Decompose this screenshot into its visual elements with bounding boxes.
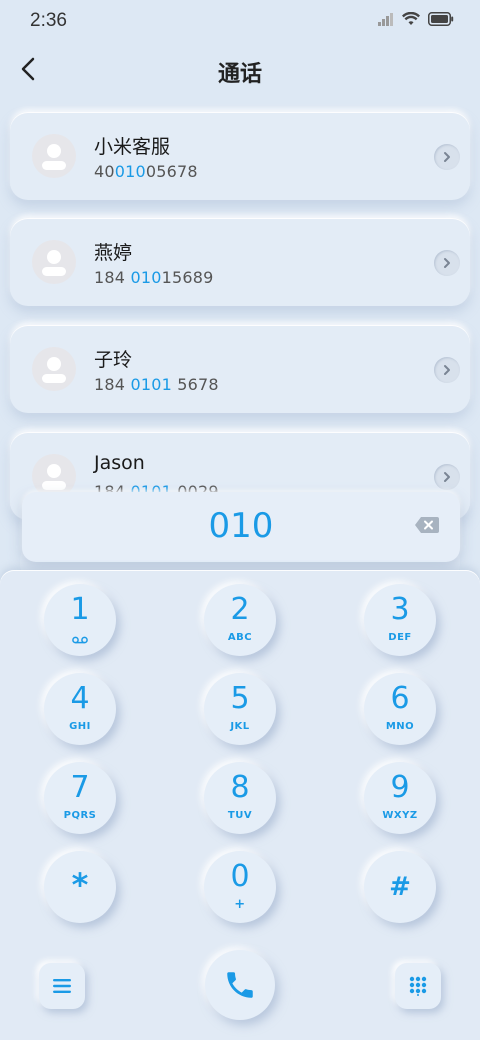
chevron-right-icon — [444, 152, 450, 162]
phone-icon — [227, 972, 253, 998]
status-icons — [378, 12, 454, 26]
contact-name: Jason — [94, 452, 145, 474]
key-digit: # — [389, 872, 411, 902]
key-9[interactable]: 9 WXYZ — [364, 762, 436, 834]
key-2[interactable]: 2 ABC — [204, 584, 276, 656]
voicemail-icon — [72, 636, 88, 644]
contact-detail-button[interactable] — [434, 144, 460, 170]
key-letters: ABC — [227, 632, 253, 643]
contact-card[interactable]: 子玲 184 0101 5678 — [10, 325, 470, 413]
chevron-right-icon — [444, 472, 450, 482]
page-title: 通话 — [217, 62, 262, 87]
contact-number: 4001005678 — [94, 162, 198, 181]
key-star[interactable]: * — [44, 851, 116, 923]
battery-icon — [428, 12, 454, 26]
menu-button[interactable] — [39, 963, 85, 1009]
key-digit: 0 — [230, 859, 250, 894]
backspace-icon[interactable] — [414, 516, 440, 534]
wifi-icon — [402, 12, 420, 25]
header: 通话 — [0, 44, 480, 96]
key-digit: 8 — [230, 770, 250, 805]
dialed-number: 010 — [208, 506, 274, 546]
call-button[interactable] — [205, 950, 275, 1020]
chevron-right-icon — [444, 258, 450, 268]
key-letters: MNO — [385, 721, 415, 732]
key-hash[interactable]: # — [364, 851, 436, 923]
key-digit: 3 — [390, 592, 410, 627]
status-time: 2:36 — [30, 10, 67, 31]
avatar — [32, 347, 76, 391]
key-letters: PQRS — [63, 810, 97, 821]
key-8[interactable]: 8 TUV — [204, 762, 276, 834]
status-bar: 2:36 — [0, 0, 480, 44]
key-digit: 1 — [70, 592, 90, 627]
key-digit: 5 — [230, 681, 250, 716]
key-7[interactable]: 7 PQRS — [44, 762, 116, 834]
key-5[interactable]: 5 JKL — [204, 673, 276, 745]
contact-detail-button[interactable] — [434, 250, 460, 276]
key-digit: 2 — [230, 592, 250, 627]
key-letters: GHI — [69, 721, 91, 732]
contact-name: 小米客服 — [94, 136, 171, 158]
contact-number: 184 0101 5678 — [94, 375, 219, 394]
key-0[interactable]: 0 + — [204, 851, 276, 923]
key-digit: 7 — [70, 770, 90, 805]
contact-card[interactable]: 小米客服 4001005678 — [10, 112, 470, 200]
key-1[interactable]: 1 — [44, 584, 116, 656]
key-digit: 6 — [390, 681, 410, 716]
key-digit: 9 — [390, 770, 410, 805]
key-digit: * — [71, 866, 89, 904]
dial-input[interactable]: 010 — [22, 492, 460, 562]
key-3[interactable]: 3 DEF — [364, 584, 436, 656]
key-letters: + — [234, 897, 246, 912]
contact-detail-button[interactable] — [434, 464, 460, 490]
key-letters: TUV — [227, 810, 253, 821]
keypad-toggle-button[interactable] — [395, 963, 441, 1009]
contact-detail-button[interactable] — [434, 357, 460, 383]
avatar — [32, 240, 76, 284]
key-4[interactable]: 4 GHI — [44, 673, 116, 745]
keypad-panel: 1 2 ABC 3 DEF 4 GHI 5 JKL 6 MNO 7 PQRS 8… — [0, 570, 480, 1040]
key-letters: WXYZ — [382, 810, 418, 821]
key-letters: DEF — [388, 632, 412, 643]
chevron-right-icon — [444, 365, 450, 375]
contact-card[interactable]: 燕婷 184 01015689 — [10, 218, 470, 306]
signal-icon — [378, 13, 393, 26]
key-letters: JKL — [230, 721, 250, 732]
menu-icon — [53, 979, 71, 993]
avatar — [32, 134, 76, 178]
keypad-icon — [409, 976, 427, 996]
key-6[interactable]: 6 MNO — [364, 673, 436, 745]
contact-name: 燕婷 — [94, 242, 133, 264]
key-digit: 4 — [70, 681, 90, 716]
contact-number: 184 01015689 — [94, 268, 214, 287]
contact-name: 子玲 — [94, 349, 133, 371]
